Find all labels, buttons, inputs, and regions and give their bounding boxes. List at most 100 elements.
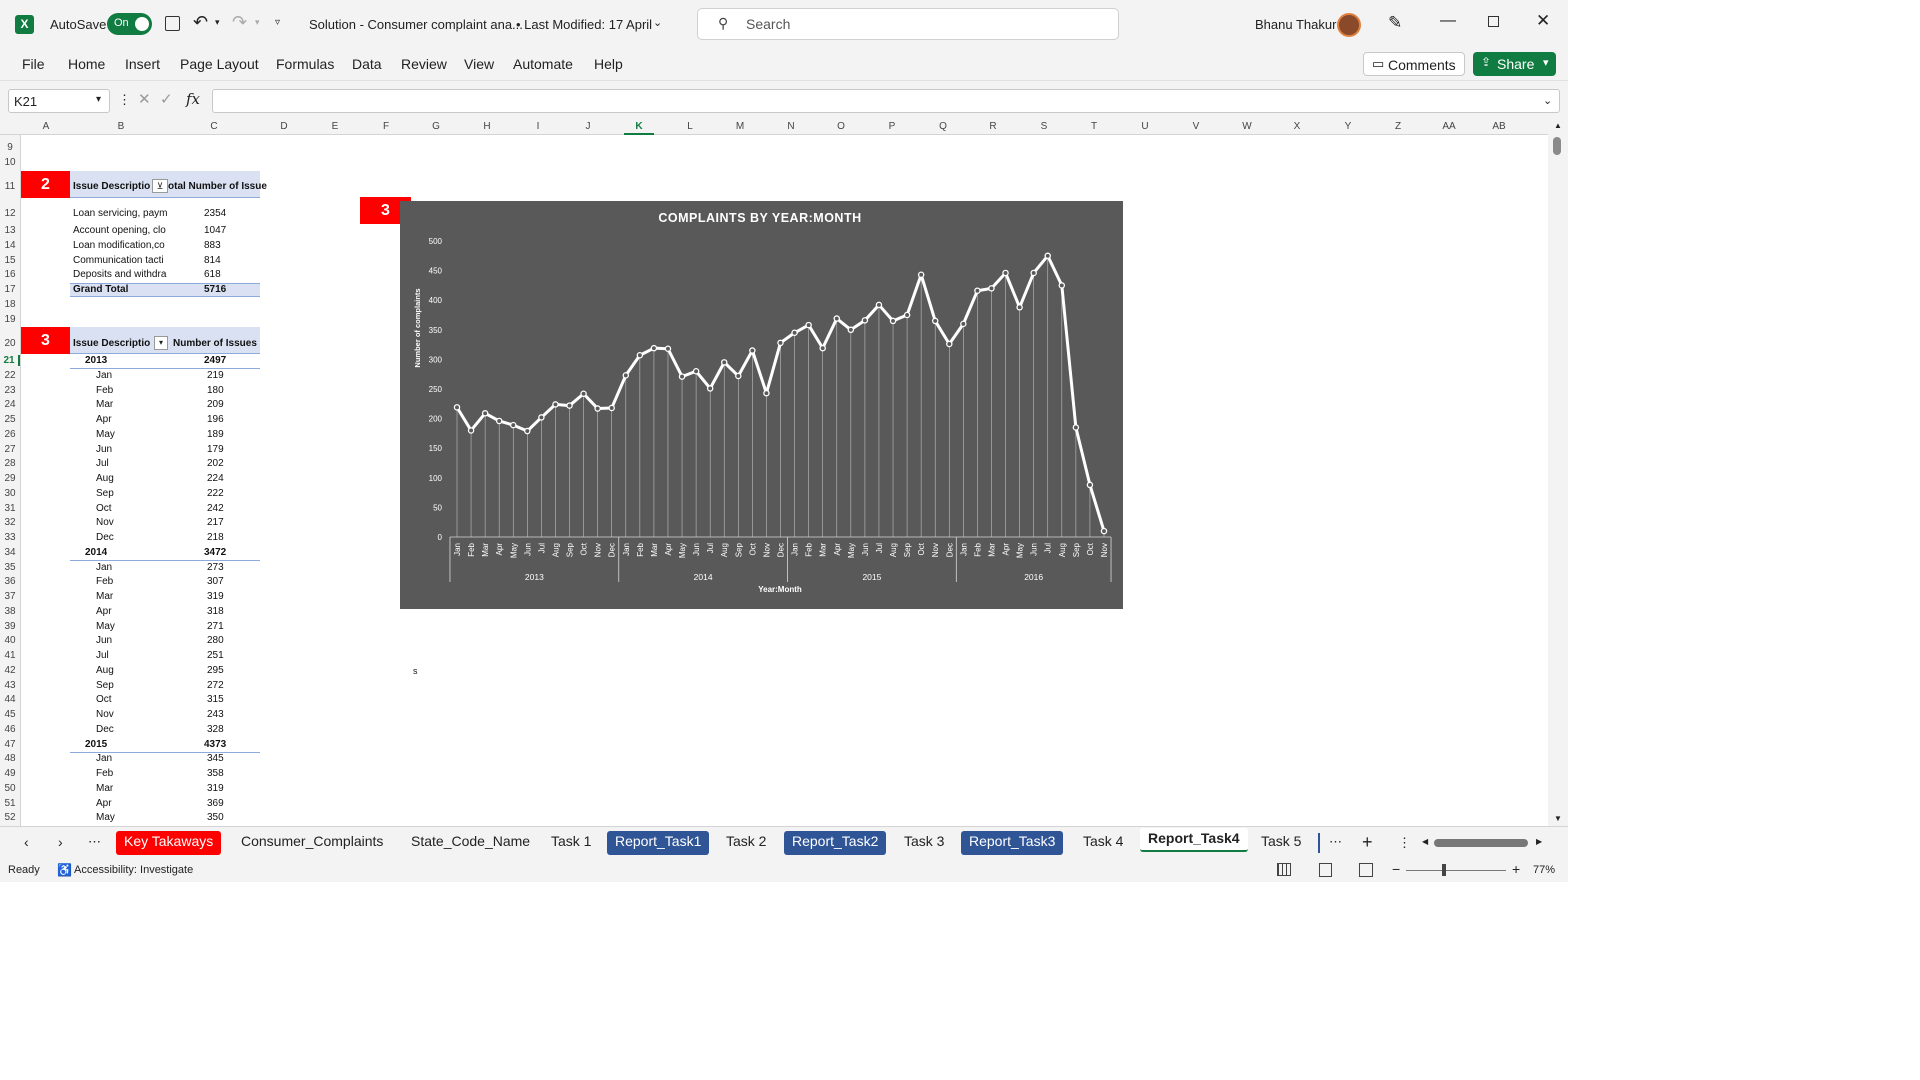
minimize-icon[interactable]: — [1440, 12, 1456, 30]
tab-scroll-right-icon[interactable]: › [58, 834, 63, 850]
column-header-j[interactable]: J [573, 121, 603, 132]
menu-view[interactable]: View [464, 56, 494, 72]
row-header-21[interactable]: 21 [0, 355, 20, 366]
redo-dropdown-icon[interactable]: ▾ [255, 17, 260, 28]
tab-task-5[interactable]: Task 5 [1253, 831, 1309, 855]
column-header-i[interactable]: I [523, 121, 553, 132]
row-header-49[interactable]: 49 [0, 768, 20, 779]
horizontal-scroll-thumb[interactable] [1434, 839, 1528, 847]
more-options-icon[interactable]: ⋮ [118, 92, 131, 108]
row-header-36[interactable]: 36 [0, 576, 20, 587]
column-header-g[interactable]: G [421, 121, 451, 132]
restore-icon[interactable] [1488, 16, 1499, 27]
column-header-e[interactable]: E [320, 121, 350, 132]
row-header-24[interactable]: 24 [0, 399, 20, 410]
enter-icon[interactable]: ✓ [160, 90, 173, 108]
title-chevron-down-icon[interactable]: ⌄ [653, 16, 662, 29]
menu-insert[interactable]: Insert [125, 56, 160, 72]
name-box[interactable]: K21 ▾ [8, 89, 110, 113]
row-header-46[interactable]: 46 [0, 724, 20, 735]
column-header-h[interactable]: H [472, 121, 502, 132]
row-header-50[interactable]: 50 [0, 783, 20, 794]
row-header-40[interactable]: 40 [0, 635, 20, 646]
row-header-11[interactable]: 11 [0, 181, 20, 192]
vertical-scrollbar[interactable]: ▲ ▼ [1548, 119, 1568, 826]
tab-report-task4[interactable]: Report_Task4 [1140, 828, 1248, 852]
tab-consumer-complaints[interactable]: Consumer_Complaints [233, 831, 391, 855]
column-header-l[interactable]: L [675, 121, 705, 132]
row-header-10[interactable]: 10 [0, 157, 20, 168]
row-header-14[interactable]: 14 [0, 240, 20, 251]
complaints-line-chart[interactable]: COMPLAINTS BY YEAR:MONTH Number of compl… [400, 201, 1123, 609]
tab-task-2[interactable]: Task 2 [718, 831, 774, 855]
zoom-slider-thumb[interactable] [1442, 864, 1446, 876]
select-all-corner[interactable] [0, 119, 21, 135]
add-sheet-icon[interactable]: + [1362, 832, 1373, 853]
dropdown-button-icon[interactable]: ▾ [154, 336, 168, 350]
row-header-43[interactable]: 43 [0, 680, 20, 691]
scroll-thumb[interactable] [1553, 137, 1561, 155]
row-header-34[interactable]: 34 [0, 547, 20, 558]
column-header-d[interactable]: D [269, 121, 299, 132]
zoom-out-icon[interactable]: − [1392, 861, 1400, 877]
search-box[interactable]: ⚲ Search [697, 8, 1119, 40]
worksheet-grid[interactable]: 2 Issue Descriptio ⊻ otal Number of Issu… [21, 135, 1548, 826]
tab-task-3[interactable]: Task 3 [896, 831, 952, 855]
zoom-slider-track[interactable] [1406, 870, 1506, 871]
cancel-icon[interactable]: ✕ [138, 90, 151, 108]
column-header-b[interactable]: B [106, 121, 136, 132]
row-header-30[interactable]: 30 [0, 488, 20, 499]
row-header-22[interactable]: 22 [0, 370, 20, 381]
autosave-toggle[interactable]: On [107, 13, 152, 35]
column-header-p[interactable]: P [877, 121, 907, 132]
undo-dropdown-icon[interactable]: ▾ [215, 17, 220, 28]
column-header-y[interactable]: Y [1333, 121, 1363, 132]
scroll-up-icon[interactable]: ▲ [1554, 121, 1562, 130]
menu-file[interactable]: File [22, 56, 45, 72]
row-header-8[interactable]: 8 [0, 135, 20, 137]
close-icon[interactable]: ✕ [1536, 11, 1550, 31]
column-header-c[interactable]: C [199, 121, 229, 132]
tab-task-4[interactable]: Task 4 [1075, 831, 1131, 855]
row-header-42[interactable]: 42 [0, 665, 20, 676]
zoom-level[interactable]: 77% [1533, 864, 1555, 876]
row-header-27[interactable]: 27 [0, 444, 20, 455]
column-header-t[interactable]: T [1079, 121, 1109, 132]
filter-button-icon[interactable]: ⊻ [152, 179, 168, 193]
avatar[interactable] [1337, 13, 1361, 37]
menu-help[interactable]: Help [594, 56, 623, 72]
row-header-32[interactable]: 32 [0, 517, 20, 528]
pivot2-year-label[interactable]: 2014 [85, 547, 107, 558]
row-header-51[interactable]: 51 [0, 798, 20, 809]
row-header-47[interactable]: 47 [0, 739, 20, 750]
column-header-aa[interactable]: AA [1434, 121, 1464, 132]
row-header-52[interactable]: 52 [0, 812, 20, 823]
column-header-f[interactable]: F [371, 121, 401, 132]
tab-report-task3[interactable]: Report_Task3 [961, 831, 1064, 855]
column-header-m[interactable]: M [725, 121, 755, 132]
expand-formula-icon[interactable]: ⌄ [1543, 94, 1552, 107]
row-header-23[interactable]: 23 [0, 385, 20, 396]
customize-qat-icon[interactable]: ▿ [275, 17, 280, 28]
page-layout-view-icon[interactable] [1319, 863, 1332, 877]
row-header-29[interactable]: 29 [0, 473, 20, 484]
column-header-n[interactable]: N [776, 121, 806, 132]
row-header-39[interactable]: 39 [0, 621, 20, 632]
column-header-w[interactable]: W [1232, 121, 1262, 132]
share-chevron-icon[interactable]: ▾ [1543, 56, 1549, 69]
pen-icon[interactable]: ✎ [1388, 13, 1402, 33]
hscroll-right-icon[interactable]: ▶ [1536, 837, 1542, 846]
row-header-31[interactable]: 31 [0, 503, 20, 514]
tab-state-code-name[interactable]: State_Code_Name [403, 831, 538, 855]
menu-review[interactable]: Review [401, 56, 447, 72]
column-header-o[interactable]: O [826, 121, 856, 132]
column-header-x[interactable]: X [1282, 121, 1312, 132]
more-tabs-right-icon[interactable]: ⋯ [1329, 834, 1342, 850]
tab-report-task1[interactable]: Report_Task1 [607, 831, 710, 855]
redo-icon[interactable]: ↷ [232, 12, 247, 33]
column-header-k[interactable]: K [624, 121, 654, 135]
column-header-q[interactable]: Q [928, 121, 958, 132]
column-header-ab[interactable]: AB [1484, 121, 1514, 132]
column-header-a[interactable]: A [31, 121, 61, 132]
normal-view-icon[interactable] [1277, 863, 1291, 876]
